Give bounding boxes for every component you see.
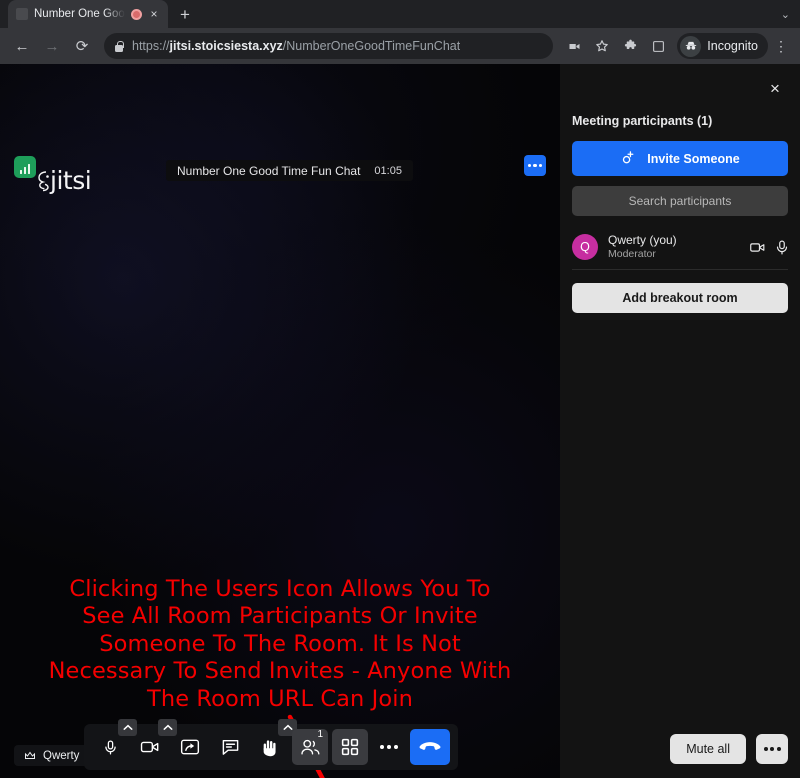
browser-tab[interactable]: Number One Good Tim × xyxy=(8,0,168,28)
toolbar-more-actions-button[interactable] xyxy=(372,729,406,765)
invite-someone-label: Invite Someone xyxy=(647,152,739,166)
jitsi-wordmark: jitsi xyxy=(50,168,91,193)
reload-button[interactable]: ⟳ xyxy=(68,32,96,60)
hangup-icon xyxy=(419,740,441,754)
url-text: https://jitsi.stoicsiesta.xyz/NumberOneG… xyxy=(132,39,460,53)
browser-toolbar: ← → ⟳ https://jitsi.stoicsiesta.xyz/Numb… xyxy=(0,28,800,64)
page-content: jitsi Number One Good Time Fun Chat 01:0… xyxy=(0,64,800,778)
browser-menu-button[interactable]: ⋮ xyxy=(770,38,792,55)
moderator-crown-icon xyxy=(24,750,36,762)
side-panel-icon[interactable] xyxy=(645,33,671,59)
new-tab-button[interactable]: + xyxy=(180,6,190,23)
tab-strip: Number One Good Tim × + ⌄ xyxy=(0,0,800,28)
annotation-text: Clicking The Users Icon Allows You To Se… xyxy=(48,576,512,713)
participant-role: Moderator xyxy=(608,248,740,262)
jitsi-branding: jitsi xyxy=(14,156,91,199)
browser-window: Number One Good Tim × + ⌄ ← → ⟳ https://… xyxy=(0,0,800,778)
recording-indicator-icon xyxy=(131,9,142,20)
chat-icon xyxy=(221,738,240,756)
microphone-icon[interactable] xyxy=(776,240,788,255)
participant-meta: Qwerty (you) Moderator xyxy=(608,233,740,262)
stage-more-options-button[interactable] xyxy=(524,155,546,176)
video-cast-icon[interactable] xyxy=(561,33,587,59)
toolbar-camera-button[interactable] xyxy=(132,729,168,765)
chevron-down-icon[interactable]: ⌄ xyxy=(781,8,790,21)
video-stage[interactable]: jitsi Number One Good Time Fun Chat 01:0… xyxy=(0,64,560,778)
participant-name: Qwerty (you) xyxy=(608,233,740,248)
toolbar-participants-button[interactable]: 1 xyxy=(292,729,328,765)
toolbar-chat-button[interactable] xyxy=(212,729,248,765)
tab-title: Number One Good Tim xyxy=(34,8,125,20)
extensions-puzzle-icon[interactable] xyxy=(617,33,643,59)
toolbar-raise-hand-button[interactable] xyxy=(252,729,288,765)
microphone-icon xyxy=(102,739,119,756)
participant-row[interactable]: Q Qwerty (you) Moderator xyxy=(572,232,788,270)
add-breakout-room-button[interactable]: Add breakout room xyxy=(572,283,788,313)
avatar: Q xyxy=(572,234,598,260)
forward-button[interactable]: → xyxy=(38,32,66,60)
participant-status-icons xyxy=(750,240,788,255)
incognito-indicator[interactable]: Incognito xyxy=(677,33,768,59)
meeting-timer: 01:05 xyxy=(374,165,402,177)
incognito-label: Incognito xyxy=(707,39,758,53)
back-button[interactable]: ← xyxy=(8,32,36,60)
address-bar[interactable]: https://jitsi.stoicsiesta.xyz/NumberOneG… xyxy=(104,33,553,59)
participants-count-badge: 1 xyxy=(317,730,323,740)
url-host: jitsi.stoicsiesta.xyz xyxy=(170,39,283,53)
participants-panel: × Meeting participants (1) Invite Someon… xyxy=(560,64,800,778)
search-participants-box[interactable] xyxy=(572,186,788,216)
url-scheme: https:// xyxy=(132,39,170,53)
camera-icon[interactable] xyxy=(750,241,766,254)
meeting-info-pill[interactable]: Number One Good Time Fun Chat 01:05 xyxy=(166,160,413,181)
add-person-icon xyxy=(620,150,637,167)
page-favicon-icon xyxy=(16,8,28,20)
tab-close-icon[interactable]: × xyxy=(148,8,160,20)
mute-all-button[interactable]: Mute all xyxy=(670,734,746,764)
incognito-avatar-icon xyxy=(680,36,701,57)
panel-footer: Mute all xyxy=(572,734,788,764)
more-actions-icon xyxy=(380,745,398,749)
panel-more-options-button[interactable] xyxy=(756,734,788,764)
bookmark-star-icon[interactable] xyxy=(589,33,615,59)
invite-someone-button[interactable]: Invite Someone xyxy=(572,141,788,176)
connection-quality-icon[interactable] xyxy=(14,156,36,178)
toolbar-tile-view-button[interactable] xyxy=(332,729,368,765)
self-name-label: Qwerty xyxy=(43,750,79,762)
camera-icon xyxy=(140,738,160,756)
toolbar-microphone-button[interactable] xyxy=(92,729,128,765)
participants-icon xyxy=(300,738,321,756)
screen-share-icon xyxy=(180,738,200,756)
meeting-toolbar: 1 xyxy=(84,724,458,770)
raise-hand-icon xyxy=(261,738,279,757)
toolbar-screen-share-button[interactable] xyxy=(172,729,208,765)
self-name-pill: Qwerty xyxy=(14,745,89,766)
panel-close-button[interactable]: × xyxy=(762,76,788,102)
meeting-name: Number One Good Time Fun Chat xyxy=(177,164,360,178)
panel-title: Meeting participants (1) xyxy=(572,114,788,128)
site-lock-icon xyxy=(114,40,124,52)
url-path: /NumberOneGoodTimeFunChat xyxy=(283,39,460,53)
toolbar-hangup-button[interactable] xyxy=(410,729,450,765)
search-participants-input[interactable] xyxy=(572,186,788,216)
tile-view-icon xyxy=(341,738,359,756)
